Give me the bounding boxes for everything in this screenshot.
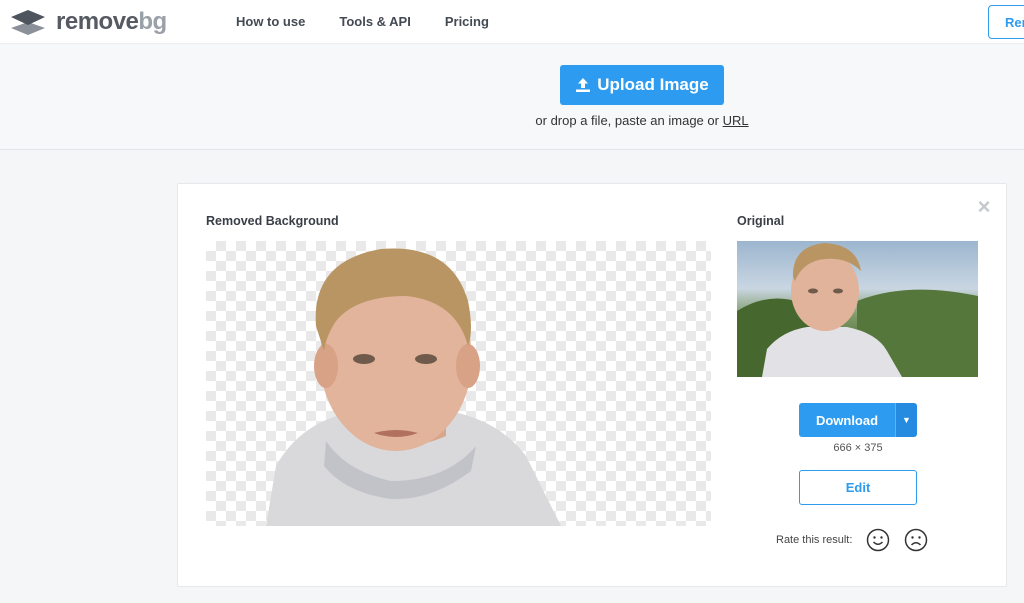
download-button[interactable]: Download <box>799 403 895 437</box>
image-dimensions: 666 × 375 <box>833 442 883 454</box>
removed-background-image <box>206 241 711 526</box>
main-nav: How to use Tools & API Pricing <box>236 14 489 29</box>
edit-button[interactable]: Edit <box>799 470 917 505</box>
nav-tools-api[interactable]: Tools & API <box>339 14 411 29</box>
sad-face-icon[interactable] <box>904 528 928 552</box>
nav-pricing[interactable]: Pricing <box>445 14 489 29</box>
logo[interactable]: removebg <box>10 8 167 36</box>
removed-background-title: Removed Background <box>206 214 339 228</box>
upload-button-label: Upload Image <box>597 75 709 94</box>
upload-image-button[interactable]: Upload Image <box>560 65 724 105</box>
upload-hint-text: or drop a file, paste an image or <box>535 113 723 128</box>
download-options-caret-icon[interactable]: ▼ <box>895 403 917 437</box>
original-title: Original <box>737 214 785 228</box>
url-link[interactable]: URL <box>723 113 749 128</box>
download-button-group: Download ▼ <box>799 403 917 437</box>
nav-how-to-use[interactable]: How to use <box>236 14 305 29</box>
person-cutout <box>266 248 561 526</box>
layers-logo-icon <box>11 10 45 35</box>
rating-row: Rate this result: <box>776 528 928 552</box>
original-image <box>737 241 978 377</box>
logo-text: removebg <box>56 8 167 35</box>
close-icon[interactable]: × <box>975 196 993 218</box>
upload-icon <box>576 78 591 92</box>
result-card: × Removed Background Original Download ▼… <box>177 183 1007 587</box>
happy-face-icon[interactable] <box>866 528 890 552</box>
upload-area: Upload Image or drop a file, paste an im… <box>0 45 1024 150</box>
upload-hint: or drop a file, paste an image or URL <box>0 113 1024 128</box>
header-cta-button[interactable]: Rer <box>988 5 1024 39</box>
top-navbar: removebg How to use Tools & API Pricing … <box>0 0 1024 44</box>
rate-label: Rate this result: <box>776 534 853 546</box>
original-photo <box>737 243 978 377</box>
